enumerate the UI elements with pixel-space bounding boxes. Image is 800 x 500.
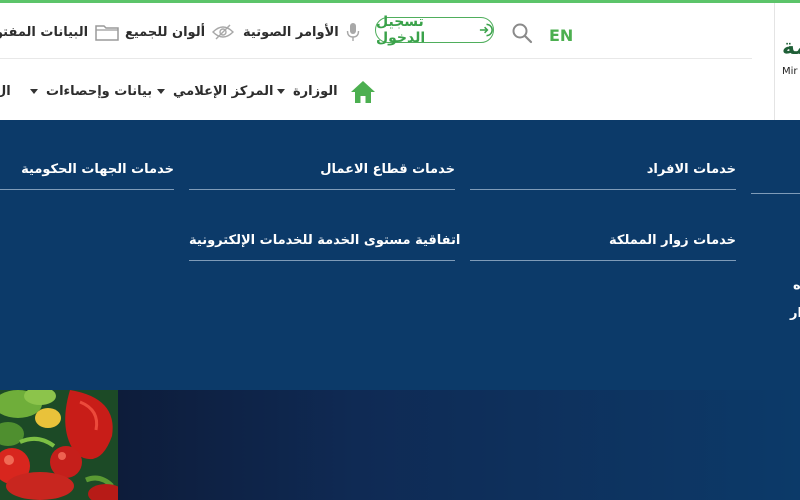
banner-dark-overlay [118, 390, 800, 500]
nav-item-ministry[interactable]: الوزارة [277, 81, 338, 101]
nav-item-data-statistics[interactable]: بيانات وإحصاءات [30, 81, 152, 101]
service-link-fragment-underline [751, 193, 800, 194]
nav-label: الوزارة [293, 83, 338, 99]
logo-divider [774, 3, 775, 120]
home-icon[interactable] [350, 80, 376, 104]
service-link-business[interactable]: خدمات قطاع الاعمال [189, 160, 455, 190]
service-link-visitors[interactable]: خدمات زوار المملكة [470, 231, 736, 261]
language-toggle[interactable]: EN [549, 26, 573, 45]
colors-for-all-label: ألوان للجميع [125, 24, 206, 40]
microphone-icon [346, 23, 359, 41]
service-link-sla[interactable]: اتفاقية مستوى الخدمة للخدمات الإلكترونية [189, 231, 460, 261]
voice-commands-link[interactable]: الأوامر الصوتية [243, 21, 360, 43]
login-label: تسجيل الدخول [376, 14, 426, 46]
side-text-fragment-2: ار [790, 306, 800, 321]
nav-label: بيانات وإحصاءات [46, 83, 153, 99]
chevron-down-icon [30, 88, 38, 94]
eye-slash-icon [212, 24, 235, 40]
nav-item-media-center[interactable]: المركز الإعلامي [157, 81, 273, 101]
colors-for-all-link[interactable]: ألوان للجميع [125, 21, 235, 43]
chevron-down-icon [157, 88, 165, 94]
nav-item-fragment[interactable]: ال [0, 81, 11, 101]
folder-icon [95, 25, 119, 41]
service-link-individuals[interactable]: خدمات الافراد [470, 160, 736, 190]
hero-banner [0, 390, 800, 500]
utility-bar: البيانات المفتو ألوان للجميع الأوامر الص… [0, 3, 752, 59]
site-header: البيانات المفتو ألوان للجميع الأوامر الص… [0, 3, 800, 120]
login-button[interactable]: تسجيل الدخول [375, 14, 494, 46]
side-text-fragment-1: ه [793, 278, 800, 293]
logo-arabic-text[interactable]: مة [782, 35, 800, 60]
search-icon[interactable] [510, 21, 534, 45]
services-panel: خدمات الافراد خدمات قطاع الاعمال خدمات ا… [0, 120, 800, 390]
nav-label: المركز الإعلامي [173, 83, 274, 99]
chevron-down-icon [277, 88, 285, 94]
login-icon [479, 23, 493, 37]
open-data-label: البيانات المفتو [0, 24, 89, 40]
nav-label: ال [0, 83, 11, 99]
open-data-link[interactable]: البيانات المفتو [0, 21, 119, 43]
vegetables-image [0, 390, 118, 500]
voice-commands-label: الأوامر الصوتية [243, 24, 339, 40]
service-link-government[interactable]: خدمات الجهات الحكومية [0, 160, 174, 190]
logo-english-text[interactable]: Mir [782, 66, 798, 77]
